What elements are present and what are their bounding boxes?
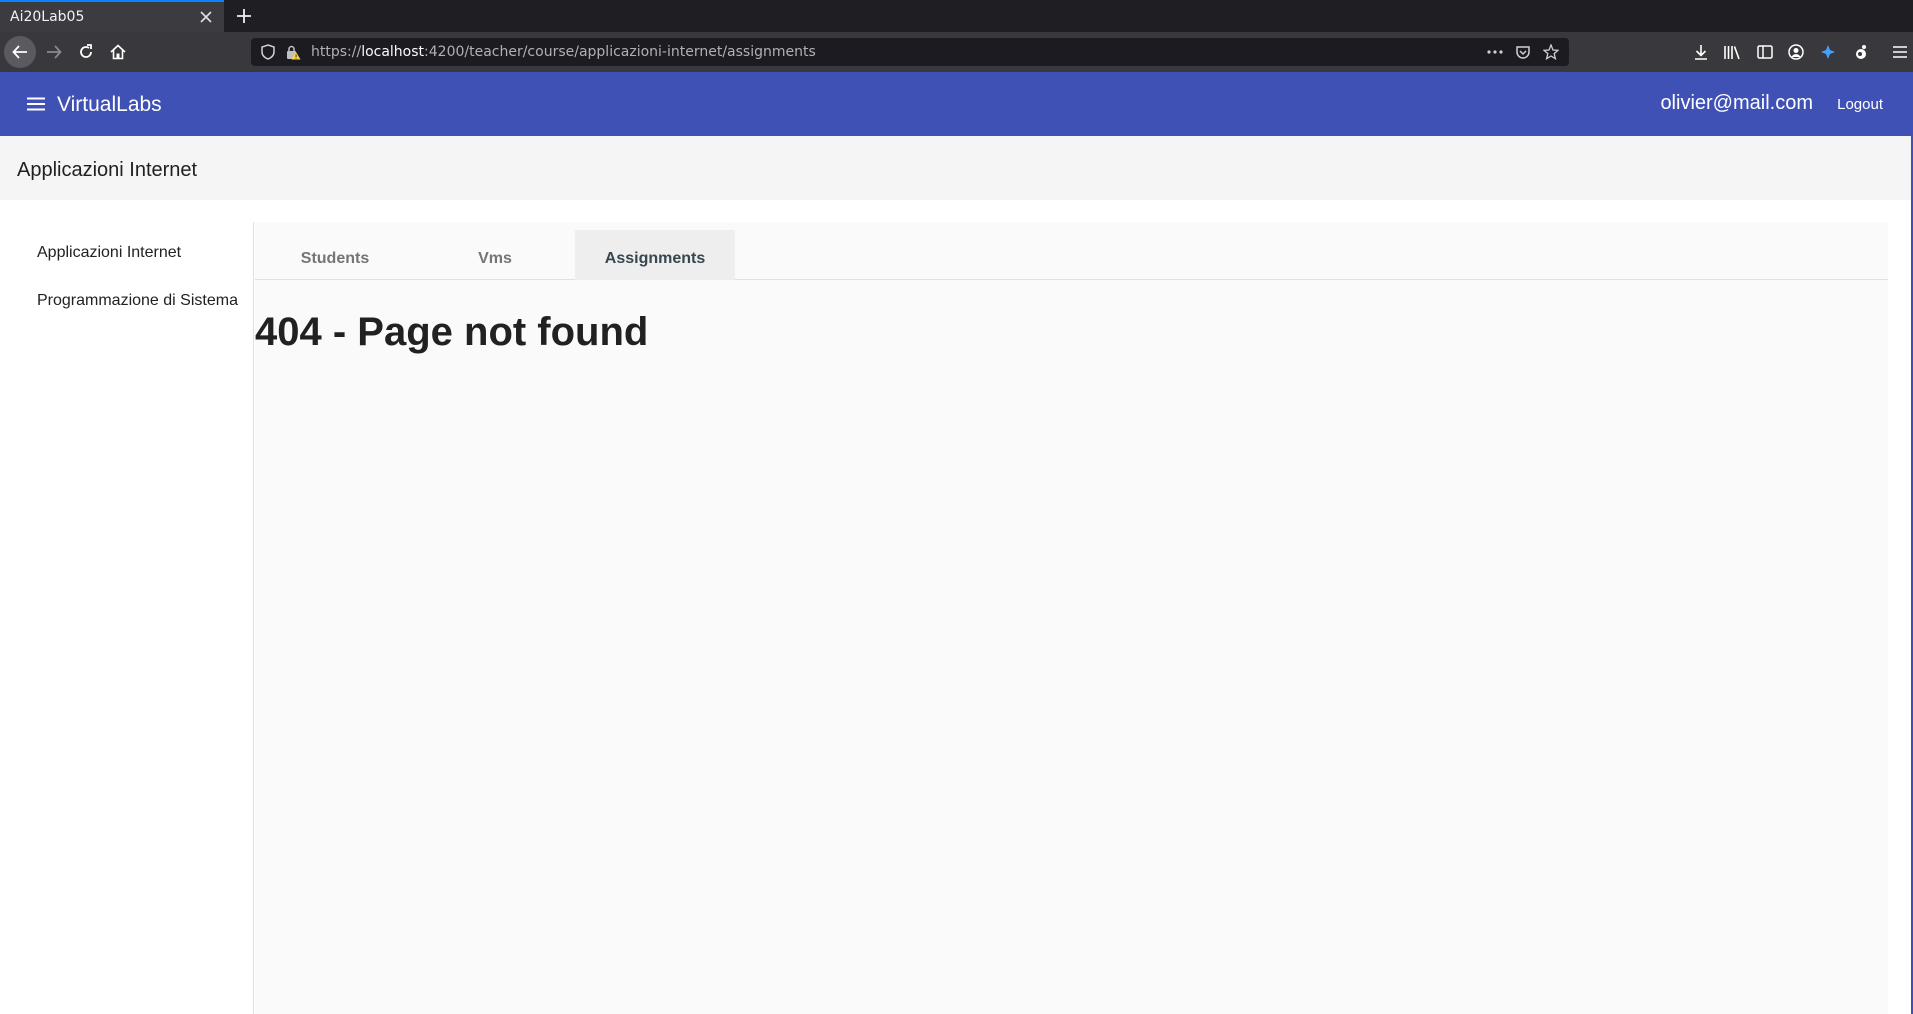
- tab-assignments[interactable]: Assignments: [575, 230, 735, 280]
- download-icon[interactable]: [1691, 42, 1711, 62]
- not-found-message: 404 - Page not found: [255, 310, 649, 354]
- url-bar[interactable]: https://localhost:4200/teacher/course/ap…: [251, 38, 1569, 66]
- course-tabs: Students Vms Assignments: [255, 230, 1888, 280]
- pocket-icon[interactable]: [1514, 43, 1532, 61]
- plus-icon: [237, 9, 251, 23]
- browser-tab[interactable]: Ai20Lab05: [0, 0, 224, 32]
- url-text: https://localhost:4200/teacher/course/ap…: [311, 44, 816, 60]
- user-email: olivier@mail.com: [1660, 92, 1813, 114]
- main-content: Students Vms Assignments 404 - Page not …: [255, 222, 1888, 1014]
- sidebar-icon[interactable]: [1755, 42, 1775, 62]
- home-button[interactable]: [102, 36, 134, 68]
- browser-nav-bar: https://localhost:4200/teacher/course/ap…: [0, 32, 1913, 72]
- library-icon[interactable]: [1722, 42, 1742, 62]
- new-tab-button[interactable]: [230, 2, 258, 30]
- browser-tab-strip: Ai20Lab05: [0, 0, 1913, 32]
- tab-vms[interactable]: Vms: [415, 230, 575, 280]
- close-icon[interactable]: [192, 3, 220, 31]
- logout-button[interactable]: Logout: [1837, 94, 1883, 116]
- arrow-left-icon: [12, 45, 27, 59]
- reload-button[interactable]: [70, 36, 102, 68]
- tab-students[interactable]: Students: [255, 230, 415, 280]
- sidenav-item-programmazione-di-sistema[interactable]: Programmazione di Sistema: [37, 289, 238, 313]
- star-icon[interactable]: [1542, 43, 1560, 61]
- menu-toggle-button[interactable]: [20, 88, 52, 120]
- url-scheme: https://: [311, 44, 362, 60]
- course-sidenav: Applicazioni Internet Programmazione di …: [0, 222, 254, 1014]
- forward-button[interactable]: [38, 36, 70, 68]
- app-brand: VirtualLabs: [57, 93, 162, 116]
- menu-icon: [27, 97, 45, 111]
- more-options-icon[interactable]: [1486, 43, 1504, 61]
- extension-blue-icon[interactable]: [1818, 42, 1838, 62]
- arrow-right-icon: [47, 45, 62, 59]
- sidenav-item-applicazioni-internet[interactable]: Applicazioni Internet: [37, 241, 181, 265]
- extension-gnome-icon[interactable]: [1851, 42, 1871, 62]
- home-icon: [110, 44, 126, 60]
- account-icon[interactable]: [1786, 42, 1806, 62]
- hamburger-menu-icon[interactable]: [1890, 42, 1910, 62]
- reload-icon: [80, 44, 92, 58]
- browser-tab-title: Ai20Lab05: [10, 9, 85, 25]
- app-toolbar: VirtualLabs olivier@mail.com Logout: [0, 72, 1911, 136]
- back-button[interactable]: [4, 36, 36, 68]
- course-header: Applicazioni Internet: [0, 136, 1911, 200]
- lock-warning-icon[interactable]: [284, 43, 302, 61]
- course-title: Applicazioni Internet: [17, 159, 198, 181]
- url-path: :4200/teacher/course/applicazioni-intern…: [424, 44, 816, 60]
- shield-icon[interactable]: [259, 43, 277, 61]
- url-host: localhost: [361, 44, 425, 60]
